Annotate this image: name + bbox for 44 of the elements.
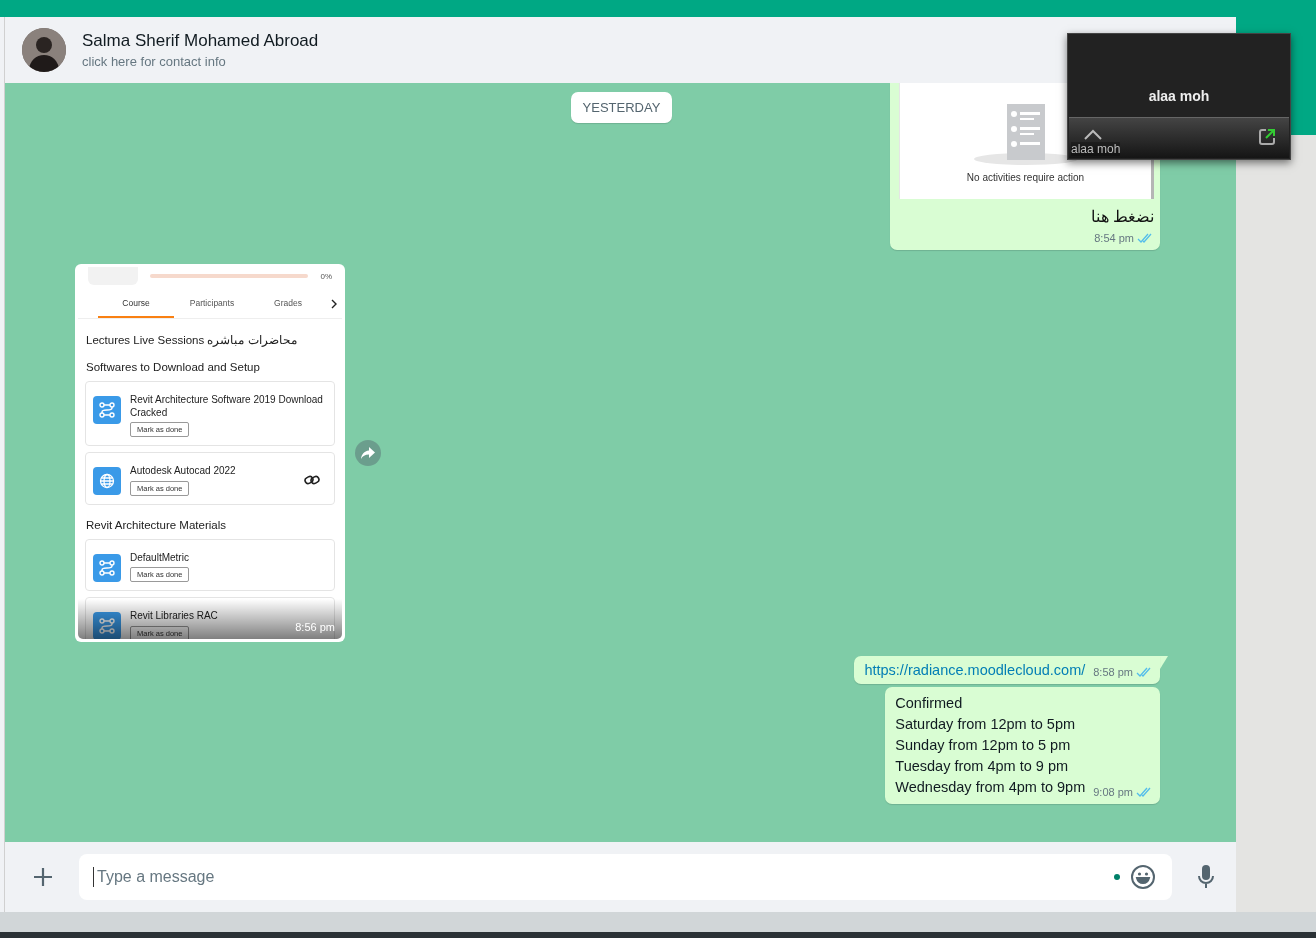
caller-caption: alaa moh — [1071, 142, 1121, 156]
attach-icon[interactable] — [31, 865, 55, 889]
link-icon — [304, 474, 320, 487]
chevron-right-icon[interactable] — [330, 298, 338, 309]
message-text: نضغط هنا — [1089, 207, 1154, 226]
message-text: Sunday from 12pm to 5 pm — [895, 736, 1072, 755]
message-text: Tuesday from 4pm to 9 pm — [895, 757, 1070, 776]
contact-info-hint: click here for contact info — [82, 54, 227, 69]
avatar[interactable] — [22, 28, 66, 72]
message-time: 9:08 pm — [1093, 786, 1133, 798]
activity-name: Revit Architecture Software 2019 Download Cracked — [130, 394, 324, 419]
message-text: Saturday from 12pm to 5pm — [895, 715, 1077, 734]
caller-name: alaa moh — [1147, 87, 1211, 106]
image-message[interactable] — [75, 264, 345, 642]
empty-state-text: No activities require action — [966, 172, 1085, 183]
activity-name: DefaultMetric — [130, 551, 190, 564]
popout-icon[interactable] — [1257, 127, 1277, 147]
chat-header[interactable]: Salma Sherif Mohamed Abroad click here for contact info — [5, 17, 1236, 83]
tab[interactable]: Grades — [250, 297, 326, 318]
message-text: Wednesday from 4pm to 9pm — [895, 778, 1086, 797]
route-icon — [99, 559, 115, 576]
tab[interactable]: Course — [98, 297, 174, 318]
message-link[interactable]: https://radiance.moodlecloud.com/ — [864, 662, 1086, 678]
progress-reading: 0% — [320, 271, 332, 281]
contact-name: Salma Sherif Mohamed Abroad — [82, 31, 319, 51]
tab[interactable]: Participants — [174, 297, 250, 318]
status-dot — [1114, 874, 1120, 880]
activity-name: Revit Libraries RAC — [130, 610, 219, 623]
route-icon — [99, 618, 115, 634]
activity-name: Autodesk Autocad 2022 — [130, 465, 237, 478]
route-icon — [99, 402, 115, 418]
section-heading: Softwares to Download and Setup — [86, 361, 261, 373]
forward-icon[interactable] — [355, 440, 381, 466]
globe-icon — [99, 473, 115, 489]
chevron-up-icon[interactable] — [1083, 128, 1103, 140]
message-field[interactable]: Type a message — [79, 854, 1172, 900]
emoji-icon[interactable] — [1130, 864, 1156, 890]
section-heading: Lectures Live Sessions محاضرات مباشره — [86, 333, 298, 347]
message-time: 8:58 pm — [1093, 666, 1133, 678]
microphone-icon[interactable] — [1196, 864, 1216, 890]
message-text: Confirmed — [895, 694, 964, 713]
message-time: 8:54 pm — [1094, 232, 1134, 244]
message-time: 8:56 pm — [295, 621, 335, 633]
section-heading: Revit Architecture Materials — [86, 518, 227, 531]
